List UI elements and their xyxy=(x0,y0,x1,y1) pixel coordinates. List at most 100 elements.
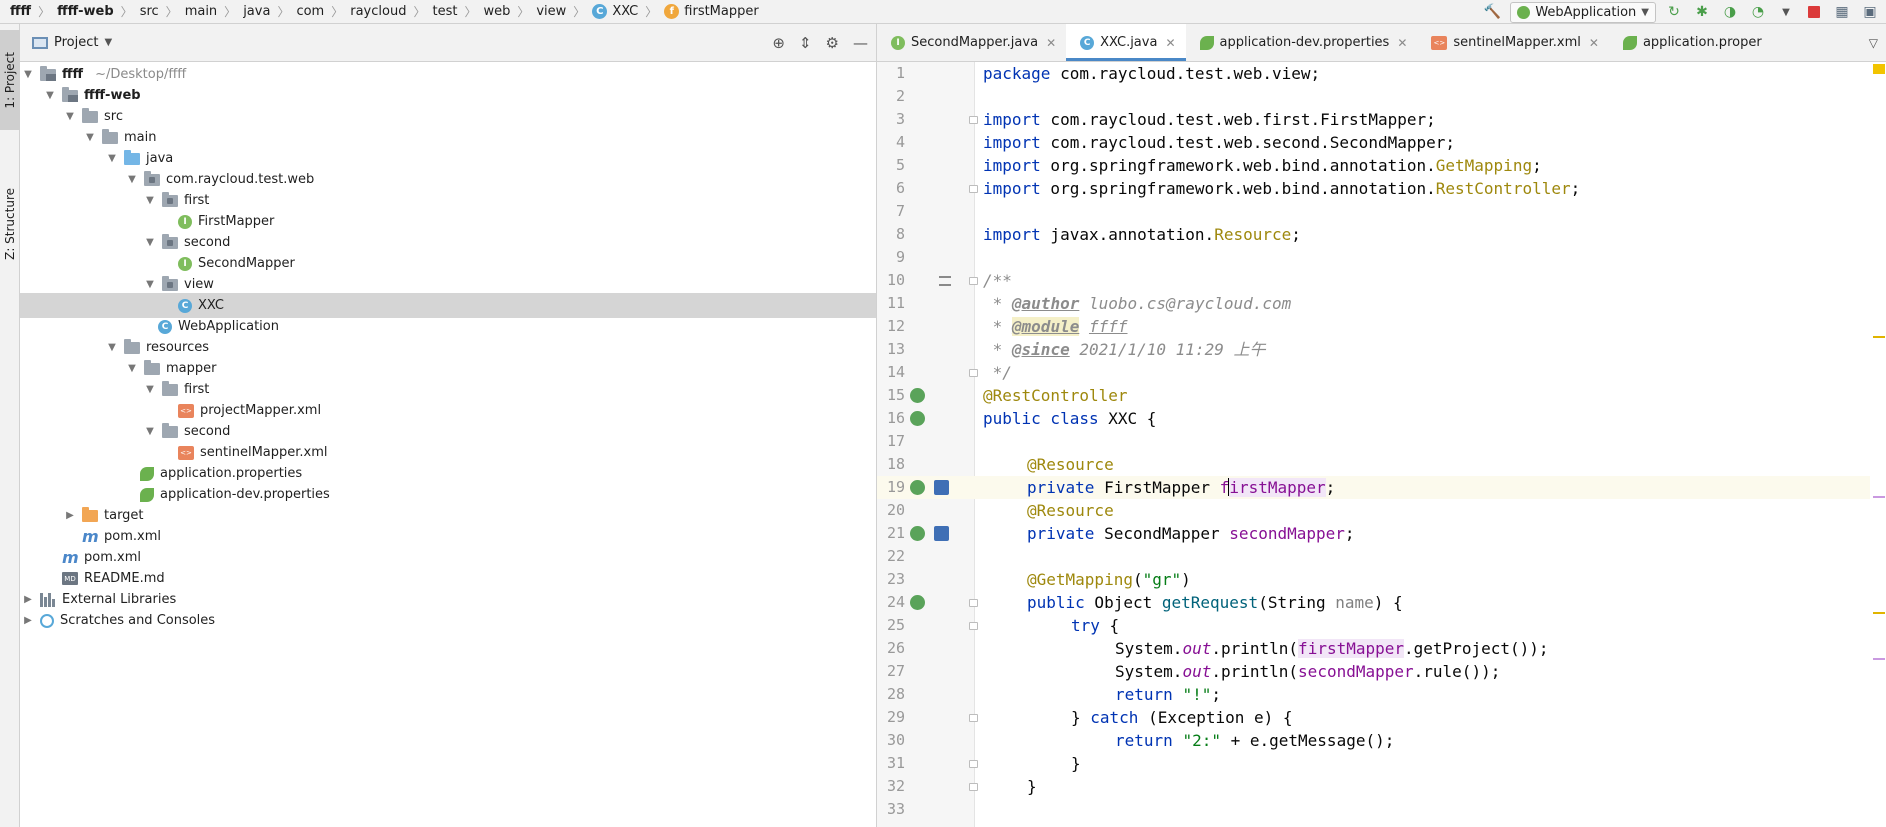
expand-arrow-icon[interactable]: ▼ xyxy=(104,153,120,164)
expand-arrow-icon[interactable]: ▼ xyxy=(104,342,120,353)
breadcrumb-item[interactable]: view xyxy=(532,4,570,19)
fold-marker-icon[interactable] xyxy=(969,760,978,768)
tree-node-scratches[interactable]: ▶ Scratches and Consoles xyxy=(20,608,876,633)
breadcrumb-item[interactable]: test xyxy=(428,4,461,19)
fold-marker-icon[interactable] xyxy=(969,185,978,193)
spring-bean-gutter-icon[interactable] xyxy=(910,526,925,541)
close-icon[interactable]: ✕ xyxy=(1165,36,1175,50)
tool-tab-structure[interactable]: Z: Structure xyxy=(0,164,20,284)
comment-token: * xyxy=(983,294,1012,313)
close-icon[interactable]: ✕ xyxy=(1397,36,1407,50)
code-editor[interactable]: 1 package com.raycloud.test.web.view; 2 … xyxy=(877,62,1886,827)
warning-stripe-mark[interactable] xyxy=(1873,612,1885,614)
debug-bug-icon[interactable]: ✱ xyxy=(1692,2,1712,22)
chevron-down-icon[interactable]: ▼ xyxy=(1776,2,1796,22)
expand-arrow-icon[interactable]: ▼ xyxy=(20,69,36,80)
code-line: 20 @Resource xyxy=(877,499,1886,522)
usage-stripe-mark[interactable] xyxy=(1873,496,1885,498)
collapse-arrow-icon[interactable]: ▶ xyxy=(62,510,78,521)
fold-marker-icon[interactable] xyxy=(969,622,978,630)
breadcrumb-item-class[interactable]: C XXC xyxy=(588,4,642,19)
expand-arrow-icon[interactable]: ▼ xyxy=(124,174,140,185)
breadcrumb-item[interactable]: raycloud xyxy=(346,4,410,19)
breadcrumb-item[interactable]: java xyxy=(239,4,274,19)
breadcrumb-separator-icon: 〉 xyxy=(331,5,344,19)
comment-token: * xyxy=(983,340,1012,359)
folder-icon xyxy=(82,107,98,123)
stop-icon[interactable] xyxy=(1804,2,1824,22)
profile-icon[interactable]: ◔ xyxy=(1748,2,1768,22)
collapse-arrow-icon[interactable]: ▶ xyxy=(20,615,36,626)
rendered-doc-toggle-icon[interactable] xyxy=(939,276,951,286)
comment-token: * xyxy=(983,317,1012,336)
expand-arrow-icon[interactable]: ▼ xyxy=(142,279,158,290)
breadcrumb-item-field[interactable]: f firstMapper xyxy=(660,4,762,19)
build-hammer-icon[interactable]: 🔨 xyxy=(1482,2,1502,22)
collapse-arrow-icon[interactable]: ▶ xyxy=(20,594,36,605)
toggle-window-icon[interactable]: ▣ xyxy=(1860,2,1880,22)
breadcrumb-item[interactable]: web xyxy=(479,4,514,19)
keyword: private xyxy=(1027,524,1095,543)
spring-properties-icon xyxy=(140,487,154,502)
annotation-token: @Resource xyxy=(1027,455,1114,474)
fold-marker-icon[interactable] xyxy=(969,599,978,607)
fold-marker-icon[interactable] xyxy=(969,277,978,285)
rerun-icon[interactable]: ↻ xyxy=(1664,2,1684,22)
code-token: { xyxy=(1099,616,1120,635)
editor-tab[interactable]: I SecondMapper.java ✕ xyxy=(877,24,1066,61)
expand-arrow-icon[interactable]: ▼ xyxy=(62,111,78,122)
breadcrumb-item[interactable]: com xyxy=(292,4,328,19)
spring-bean-gutter-icon[interactable] xyxy=(910,480,925,495)
run-configuration-selector[interactable]: WebApplication ▼ xyxy=(1510,1,1656,23)
locate-crosshair-icon[interactable]: ⊕ xyxy=(772,34,785,52)
tool-tab-project[interactable]: 1: Project xyxy=(0,30,20,130)
editor-tab[interactable]: <> sentinelMapper.xml ✕ xyxy=(1417,24,1609,61)
autowired-navigate-icon[interactable] xyxy=(934,480,949,495)
breadcrumb-item[interactable]: ffff-web xyxy=(53,4,118,19)
code-line: 27 System.out.println(secondMapper.rule(… xyxy=(877,660,1886,683)
fold-marker-icon[interactable] xyxy=(969,714,978,722)
breadcrumb-item[interactable]: main xyxy=(181,4,221,19)
gear-icon[interactable]: ⚙ xyxy=(826,34,839,52)
breadcrumb-separator-icon: 〉 xyxy=(38,5,51,19)
editor-tab-active[interactable]: C XXC.java ✕ xyxy=(1066,24,1186,61)
minimize-icon[interactable]: — xyxy=(853,34,868,52)
expand-arrow-icon[interactable]: ▼ xyxy=(124,363,140,374)
editor-tab[interactable]: application-dev.properties ✕ xyxy=(1186,24,1418,61)
project-structure-icon[interactable]: ▦ xyxy=(1832,2,1852,22)
keyword: try xyxy=(1071,616,1100,635)
expand-arrow-icon[interactable]: ▼ xyxy=(142,195,158,206)
editor-tab[interactable]: application.proper xyxy=(1609,24,1772,61)
field-token: irstMapper xyxy=(1229,478,1326,497)
warning-stripe-mark[interactable] xyxy=(1873,336,1885,338)
expand-arrow-icon[interactable]: ▼ xyxy=(142,384,158,395)
close-icon[interactable]: ✕ xyxy=(1589,36,1599,50)
show-hidden-tabs-chevron-icon[interactable]: ▽ xyxy=(1864,24,1878,61)
expand-arrow-icon[interactable]: ▼ xyxy=(142,237,158,248)
code-token: .println( xyxy=(1211,662,1299,681)
code-token: (String xyxy=(1258,593,1336,612)
tree-node-label: README.md xyxy=(84,571,165,586)
spring-request-mapping-icon[interactable] xyxy=(910,595,925,610)
spring-bean-gutter-icon[interactable] xyxy=(910,411,925,426)
autowired-navigate-icon[interactable] xyxy=(934,526,949,541)
spring-boot-class-icon: C xyxy=(158,319,172,334)
expand-arrow-icon[interactable]: ▼ xyxy=(42,90,58,101)
fold-marker-icon[interactable] xyxy=(969,116,978,124)
collapse-all-icon[interactable]: ⇕ xyxy=(799,34,812,52)
tree-node-label: view xyxy=(184,277,214,292)
fold-marker-icon[interactable] xyxy=(969,783,978,791)
close-icon[interactable]: ✕ xyxy=(1046,36,1056,50)
usage-stripe-mark[interactable] xyxy=(1873,658,1885,660)
expand-arrow-icon[interactable]: ▼ xyxy=(142,426,158,437)
error-stripe[interactable] xyxy=(1870,62,1886,827)
project-view-selector[interactable]: Project ▼ xyxy=(20,35,112,50)
breadcrumb-item[interactable]: ffff xyxy=(6,4,35,19)
folder-icon xyxy=(102,128,118,144)
fold-marker-icon[interactable] xyxy=(969,369,978,377)
breadcrumb-item[interactable]: src xyxy=(136,4,163,19)
spring-bean-gutter-icon[interactable] xyxy=(910,388,925,403)
expand-arrow-icon[interactable]: ▼ xyxy=(82,132,98,143)
warning-indicator-icon[interactable] xyxy=(1873,64,1885,74)
run-with-coverage-icon[interactable]: ◑ xyxy=(1720,2,1740,22)
